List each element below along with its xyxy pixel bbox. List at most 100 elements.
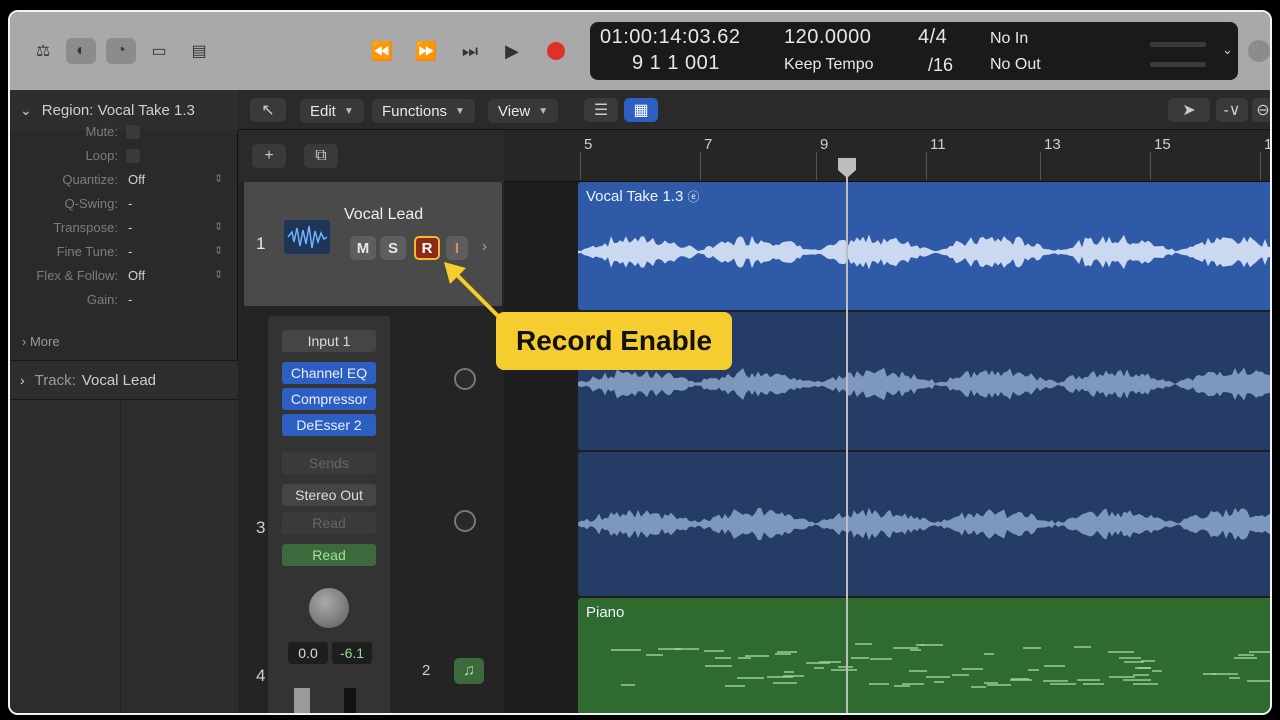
record-enable-callout: Record Enable [496,312,732,370]
param-value[interactable]: Off [128,172,145,187]
tempo-mode: Keep Tempo [784,56,874,73]
secondary-tool-icon[interactable]: -∨ [1216,98,1248,122]
midi-note [773,682,797,684]
stepper-icon[interactable]: ⇕ [214,268,223,281]
record-button[interactable] [536,34,576,68]
ruler-bar-number: 9 [820,136,829,153]
midi-out-display: No Out [990,56,1041,73]
knob-icon[interactable] [454,368,476,390]
edit-menu[interactable]: Edit ▼ [300,99,364,123]
ruler-tick [1040,152,1041,180]
view-menu-label: View [498,102,531,120]
midi-note [934,681,944,683]
midi-note [715,657,731,659]
midi-note [916,644,924,646]
view-menu[interactable]: View ▼ [488,99,559,123]
region-title: Region: Vocal Take 1.3 [41,101,195,119]
track-number-4: 4 [256,666,266,685]
midi-note [783,675,804,677]
functions-menu[interactable]: Functions ▼ [372,99,475,123]
playhead[interactable] [846,164,848,713]
pan-knob[interactable] [309,588,349,628]
flex-view-icon[interactable]: ▦ [624,98,658,122]
fader-handle[interactable] [294,688,310,713]
mute-button[interactable]: M [350,236,376,260]
param-value[interactable]: - [128,220,132,235]
duplicate-track-icon[interactable]: ⧉ [304,144,338,168]
region-piano[interactable]: Piano [578,598,1270,713]
sends-slot[interactable]: Sends [282,452,376,474]
midi-note [1028,669,1039,671]
tuner-icon[interactable]: ◔ [106,38,136,64]
param-checkbox[interactable] [126,149,140,163]
lcd-display[interactable]: 01:00:14:03.62 9 1 1 001 120.0000 Keep T… [590,22,1238,80]
plugin-slot-3[interactable]: DeEsser 2 [282,414,376,436]
knob-icon[interactable] [454,510,476,532]
back-arrow-icon[interactable]: ↖ [250,98,286,122]
param-checkbox[interactable] [126,125,140,139]
mixer-icon[interactable]: ⚖ [28,38,58,64]
stepper-icon[interactable]: ⇕ [214,220,223,233]
play-button[interactable]: ▶ [492,34,532,68]
input-slot[interactable]: Input 1 [282,330,376,352]
disk-meter [1150,62,1206,67]
library-icon[interactable]: ◐ [66,38,96,64]
go-to-end-button[interactable]: ⏭ [450,34,490,68]
midi-note [775,653,791,655]
param-value[interactable]: - [128,244,132,259]
ruler[interactable]: 5 7 9 11 13 15 17 [504,130,1270,182]
forward-button[interactable]: ⏩ [406,34,446,68]
track-inspector-header[interactable]: › Track: Vocal Lead [10,360,238,400]
record-enable-button[interactable]: R [414,236,440,260]
channel-strip: Input 1 Channel EQ Compressor DeEsser 2 … [268,316,390,713]
functions-menu-label: Functions [382,102,448,120]
solo-button[interactable]: S [380,236,406,260]
midi-note [984,682,998,684]
input-label: Input 1 [307,333,351,349]
ruler-bar-number: 13 [1044,136,1061,153]
list-view-icon[interactable]: ☰ [584,98,618,122]
midi-note [1083,683,1104,685]
division-display: /16 [928,55,954,75]
tempo-display: 120.0000 [784,26,872,48]
midi-note [987,684,1011,686]
midi-note [806,662,830,664]
param-value[interactable]: - [128,196,132,211]
rewind-button[interactable]: ⏪ [362,34,402,68]
editor-icon[interactable]: ▭ [144,38,174,64]
midi-note [705,665,732,667]
add-track-icon[interactable]: + [252,144,286,168]
ruler-bar-number: 7 [704,136,713,153]
automation-mode[interactable]: Read [282,544,376,566]
smart-controls-icon[interactable]: ▤ [184,38,214,64]
pointer-tool-icon[interactable]: ➤ [1168,98,1210,122]
stepper-icon[interactable]: ⇕ [214,172,223,185]
input-monitor-button[interactable]: I [446,236,468,260]
track-name: Vocal Lead [344,206,424,223]
midi-note [1203,673,1216,675]
chevron-right-icon[interactable]: › [482,238,487,255]
stepper-icon[interactable]: ⇕ [214,244,223,257]
region-vocal-take[interactable]: Vocal Take 1.3 ⓔ [578,182,1270,310]
info-icon[interactable] [1248,40,1270,62]
level-meter [344,688,356,713]
chevron-right-icon: › [20,372,25,388]
plugin-slot-1[interactable]: Channel EQ [282,362,376,384]
chevron-down-icon[interactable]: ⌄ [1222,42,1233,58]
midi-note [952,674,969,676]
param-label: Transpose: [53,220,118,235]
region-vocal-take-3[interactable] [578,452,1270,596]
snap-icon[interactable]: ⊖ [1252,98,1270,122]
more-disclosure[interactable]: › More [22,334,60,349]
midi-note [1249,651,1270,653]
plugin-slot-2[interactable]: Compressor [282,388,376,410]
waveform [578,234,1270,270]
output-slot[interactable]: Stereo Out [282,484,376,506]
param-value[interactable]: - [128,292,132,307]
param-value[interactable]: Off [128,268,145,283]
midi-note [984,653,994,655]
instrument-icon[interactable]: ♫ [454,658,484,684]
midi-note [909,670,927,672]
midi-note [1050,683,1076,685]
ruler-tick [700,152,701,180]
